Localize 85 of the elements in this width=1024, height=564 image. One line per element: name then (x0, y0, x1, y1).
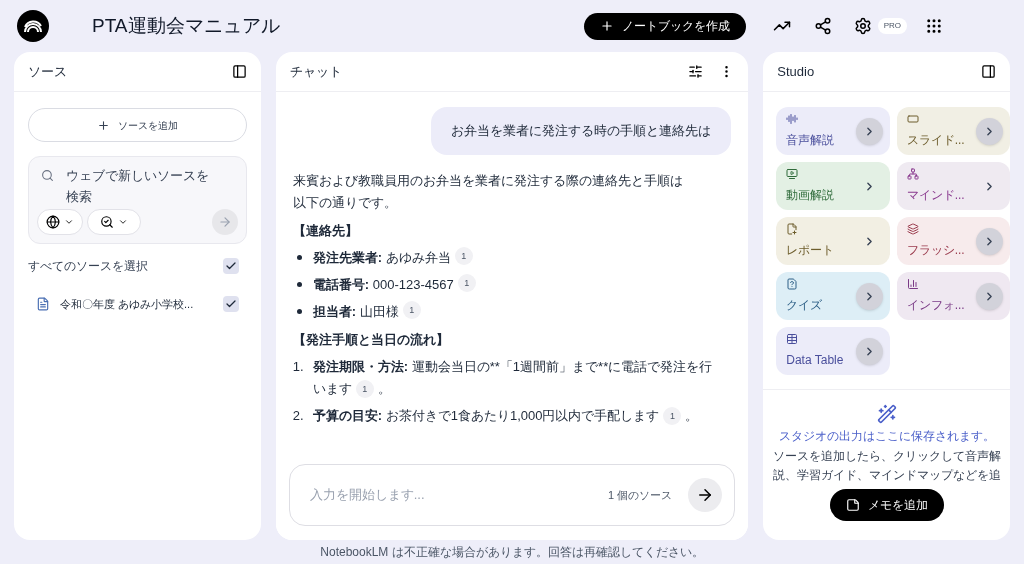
search-check-icon (100, 215, 114, 229)
tile-label: Data Table (786, 352, 845, 369)
search-icon (41, 169, 54, 182)
audio-icon (786, 113, 799, 125)
source-count: 1 個のソース (608, 487, 673, 503)
notebook-title: PTA運動会マニュアル (92, 13, 280, 38)
studio-tile[interactable]: 音声解説 (776, 107, 890, 155)
apps-grid-icon[interactable] (925, 17, 943, 35)
search-placeholder: ウェブで新しいソースを検索 (66, 167, 210, 206)
contact-detail: 担当者: 山田様 (312, 302, 399, 321)
send-button[interactable] (688, 478, 723, 512)
chat-input-box[interactable]: 入力を開始します... 1 個のソース (288, 464, 736, 526)
studio-tile[interactable]: 動画解説 (776, 162, 890, 210)
tile-label: レポート (786, 242, 836, 259)
mindmap-icon (906, 168, 919, 180)
settings-icon[interactable] (853, 17, 872, 35)
studio-tile[interactable]: Data Table (776, 327, 890, 375)
tile-label: マインド... (906, 187, 966, 204)
select-all-label: すべてのソースを選択 (28, 258, 148, 275)
disclaimer: NotebookLM は不正確な場合があります。回答は再確認してください。 (320, 544, 704, 561)
studio-tile[interactable]: スライド... (896, 107, 1010, 155)
step-number: 1. (292, 357, 305, 376)
arrow-right-icon (217, 215, 232, 229)
citation-chip[interactable]: 1 (402, 300, 421, 319)
flashcard-icon (906, 223, 919, 235)
citation-chip[interactable]: 1 (355, 380, 374, 399)
chevron-down-icon (64, 217, 74, 227)
studio-tile[interactable]: フラッシ... (896, 217, 1010, 265)
web-search-box[interactable]: ウェブで新しいソースを検索 (28, 156, 247, 244)
chat-input[interactable]: 入力を開始します... (309, 485, 609, 505)
web-dropdown[interactable] (37, 209, 83, 235)
citation-chip[interactable]: 1 (457, 273, 476, 292)
empty-state-text: ソースを追加したら、クリックして音声解説、学習ガイド、マインドマップなどを追 (771, 448, 1002, 485)
tile-label: 音声解説 (786, 132, 836, 149)
video-icon (786, 168, 799, 180)
report-icon (786, 223, 799, 235)
plus-icon (96, 118, 110, 132)
source-item[interactable]: 令和〇年度 あゆみ小学校... (60, 295, 223, 313)
step-text: 発注期限・方法: 運動会当日の**「1週間前」まで**に電話で発注を行います 1 。 (312, 355, 713, 400)
section-heading: 【連絡先】 (292, 221, 359, 240)
contact-detail: 電話番号: 000-123-4567 (312, 275, 454, 294)
citation-chip[interactable]: 1 (454, 246, 473, 265)
globe-icon (46, 215, 60, 229)
answer-intro: 来賓および教職員用のお弁当を業者に発注する際の連絡先と手順は以下の通りです。 (292, 171, 684, 212)
collapse-panel-icon[interactable] (981, 64, 996, 79)
add-note-button[interactable]: メモを追加 (829, 489, 944, 522)
share-icon[interactable] (813, 17, 832, 35)
studio-tile[interactable]: クイズ (776, 272, 890, 320)
tile-label: フラッシ... (906, 242, 966, 259)
pro-badge: PRO (877, 18, 907, 34)
plus-icon (599, 19, 614, 33)
collapse-panel-icon[interactable] (231, 64, 247, 79)
studio-tile[interactable]: インフォ... (896, 272, 1010, 320)
check-icon (224, 260, 237, 272)
document-icon (36, 297, 50, 311)
check-icon (224, 298, 237, 310)
checkbox[interactable] (222, 296, 239, 312)
tile-label: 動画解説 (786, 187, 836, 204)
panel-title: Studio (777, 62, 815, 81)
user-message: お弁当を業者に発注する時の手順と連絡先は (431, 107, 732, 155)
chevron-down-icon (118, 217, 128, 227)
table-icon (786, 333, 799, 345)
settings-sliders-icon[interactable] (688, 64, 704, 79)
slides-icon (906, 113, 919, 125)
empty-state-title: スタジオの出力はここに保存されます。 (778, 429, 995, 444)
tile-label: クイズ (786, 297, 824, 314)
contact-detail: 発注先業者: あゆみ弁当 (312, 248, 451, 267)
citation-chip[interactable]: 1 (663, 407, 682, 426)
create-notebook-button[interactable]: ノートブックを作成 (583, 12, 746, 40)
section-heading: 【発注手順と当日の流れ】 (292, 330, 450, 349)
panel-title: ソース (28, 62, 67, 81)
research-dropdown[interactable] (87, 209, 141, 235)
infographic-icon (906, 278, 919, 290)
checkbox[interactable] (222, 258, 239, 274)
step-text: 予算の目安: お茶付きで1食あたり1,000円以内で手配します 1 。 (312, 404, 713, 427)
tile-label: インフォ... (906, 297, 966, 314)
panel-title: チャット (289, 62, 342, 81)
tile-label: スライド... (906, 132, 966, 149)
note-icon (845, 498, 860, 513)
quiz-icon (786, 278, 799, 290)
logo-icon[interactable] (17, 10, 49, 42)
magic-wand-icon (876, 404, 897, 424)
step-number: 2. (292, 406, 305, 425)
studio-tile[interactable]: レポート (776, 217, 890, 265)
studio-tile[interactable]: マインド... (896, 162, 1010, 210)
